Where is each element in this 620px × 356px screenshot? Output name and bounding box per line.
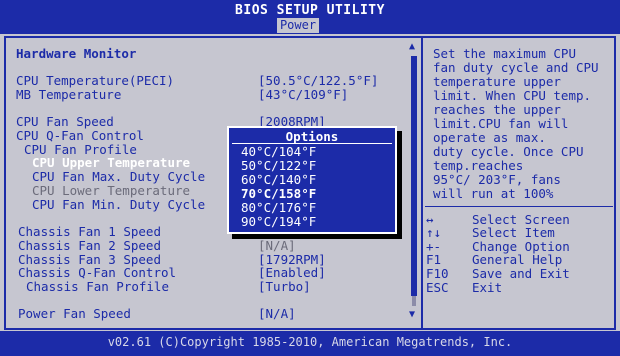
menu-item-cpu-temperature: CPU Temperature(PECI) — [16, 73, 175, 88]
help-line: temp.reaches — [433, 158, 524, 173]
menu-item-cpu-fan-min-duty-cycle[interactable]: CPU Fan Min. Duty Cycle — [32, 197, 205, 212]
panel-divider — [421, 36, 423, 330]
popup-title: Options — [285, 129, 339, 144]
tab-power[interactable]: Power — [277, 18, 319, 33]
scroll-down-icon[interactable]: ▼ — [409, 310, 415, 320]
option-item[interactable]: 80°C/176°F — [241, 200, 316, 215]
help-line: limit.CPU fan will — [433, 116, 569, 131]
help-line: Set the maximum CPU — [433, 46, 576, 61]
key-exit: ESC — [426, 280, 449, 295]
help-line: operate as max. — [433, 130, 546, 145]
menu-item-chassis-fan-2-speed: Chassis Fan 2 Speed — [18, 238, 161, 253]
help-line: reaches the upper — [433, 102, 561, 117]
help-line: 95°C/ 203°F, fans — [433, 172, 561, 187]
option-item[interactable]: 90°C/194°F — [241, 214, 316, 229]
key-select-item: ↑↓ — [426, 225, 442, 240]
menu-item-cpu-q-fan-control[interactable]: CPU Q-Fan Control — [16, 128, 144, 143]
help-line: limit. When CPU temp. — [433, 88, 592, 103]
key-desc-general-help: General Help — [472, 252, 563, 267]
menu-item-chassis-fan-1-speed: Chassis Fan 1 Speed — [18, 224, 161, 239]
title-bar: BIOS SETUP UTILITY Power — [0, 0, 620, 34]
help-line: will run at 100% — [433, 186, 554, 201]
footer-bar: v02.61 (C)Copyright 1985-2010, American … — [0, 331, 620, 356]
menu-item-mb-temperature: MB Temperature — [16, 87, 122, 102]
menu-item-cpu-lower-temperature: CPU Lower Temperature — [32, 183, 191, 198]
scrollbar[interactable]: ▲ ▼ — [409, 42, 419, 320]
value-cpu-temperature: [50.5°C/122.5°F] — [258, 73, 379, 88]
help-line: fan duty cycle and CPU — [433, 60, 599, 75]
option-item[interactable]: 50°C/122°F — [241, 158, 316, 173]
key-desc-select-item: Select Item — [472, 225, 555, 240]
help-line: temperature upper — [433, 74, 561, 89]
menu-item-chassis-fan-profile[interactable]: Chassis Fan Profile — [26, 279, 169, 294]
copyright-text: v02.61 (C)Copyright 1985-2010, American … — [107, 335, 513, 349]
scrollbar-thumb[interactable] — [411, 56, 417, 296]
value-chassis-fan-2-speed: [N/A] — [258, 238, 296, 253]
help-separator — [425, 206, 613, 207]
menu-item-chassis-q-fan-control[interactable]: Chassis Q-Fan Control — [18, 265, 176, 280]
menu-item-power-fan-speed: Power Fan Speed — [18, 306, 131, 321]
help-line: duty cycle. Once CPU — [433, 144, 584, 159]
key-save-exit: F10 — [426, 266, 449, 281]
scroll-up-icon[interactable]: ▲ — [409, 42, 415, 52]
bios-screen: BIOS SETUP UTILITY Power Hardware Monito… — [0, 0, 620, 356]
key-desc-save-exit: Save and Exit — [472, 266, 570, 281]
menu-item-cpu-fan-max-duty-cycle[interactable]: CPU Fan Max. Duty Cycle — [32, 169, 205, 184]
option-item[interactable]: 40°C/104°F — [241, 144, 316, 159]
section-title: Hardware Monitor — [16, 46, 137, 61]
value-mb-temperature: [43°C/109°F] — [258, 87, 349, 102]
option-item[interactable]: 60°C/140°F — [241, 172, 316, 187]
value-chassis-q-fan-control[interactable]: [Enabled] — [258, 265, 326, 280]
value-chassis-fan-profile[interactable]: [Turbo] — [258, 279, 311, 294]
menu-item-cpu-upper-temperature[interactable]: CPU Upper Temperature — [32, 155, 190, 170]
option-item-selected[interactable]: 70°C/158°F — [241, 186, 316, 201]
value-power-fan-speed: [N/A] — [258, 306, 296, 321]
app-title: BIOS SETUP UTILITY — [235, 3, 385, 18]
key-desc-exit: Exit — [472, 280, 503, 295]
options-popup: Options 40°C/104°F 50°C/122°F 60°C/140°F… — [227, 126, 397, 234]
menu-item-cpu-fan-speed: CPU Fan Speed — [16, 114, 114, 129]
key-general-help: F1 — [426, 252, 442, 267]
